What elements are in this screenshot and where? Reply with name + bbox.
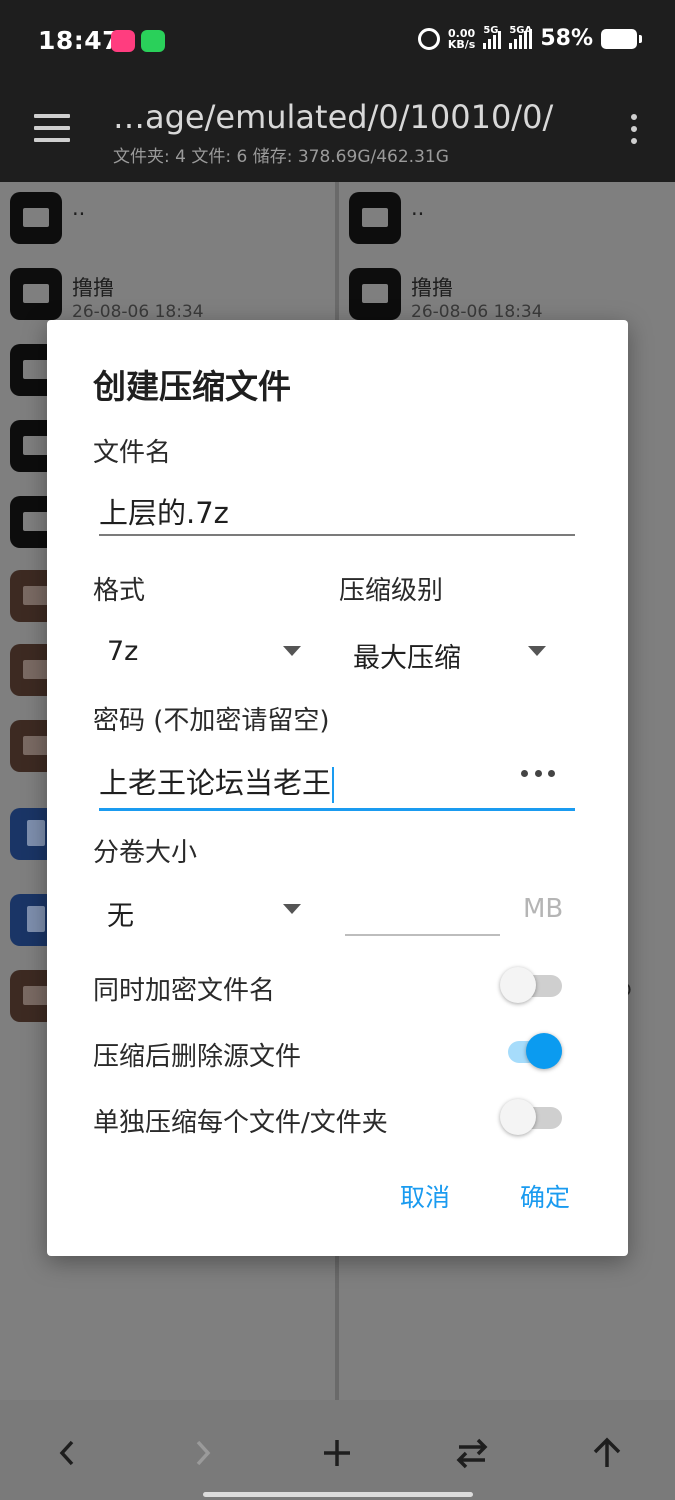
text-cursor	[332, 767, 335, 803]
folder-icon	[10, 192, 62, 244]
bottom-toolbar	[0, 1400, 675, 1500]
path-summary: 文件夹: 4 文件: 6 储存: 378.69G/462.31G	[113, 147, 449, 167]
more-options-icon[interactable]	[629, 114, 639, 148]
net-speed: 0.00 KB/s	[448, 28, 475, 50]
delete-source-switch[interactable]	[500, 1031, 566, 1071]
chevron-down-icon[interactable]	[283, 904, 301, 914]
separate-archives-switch[interactable]	[500, 1097, 566, 1137]
toggle-label-encrypt-names: 同时加密文件名	[93, 976, 276, 1006]
format-select[interactable]: 7z	[107, 636, 138, 667]
compression-level-label: 压缩级别	[339, 576, 444, 606]
chevron-down-icon[interactable]	[528, 646, 546, 656]
compression-level-select[interactable]: 最大压缩	[353, 636, 461, 675]
add-button[interactable]	[312, 1428, 362, 1478]
show-password-icon[interactable]	[521, 770, 555, 780]
toggle-label-separate-archives: 单独压缩每个文件/文件夹	[93, 1108, 388, 1138]
battery-percent: 58%	[540, 26, 593, 51]
status-time: 18:47	[38, 26, 121, 55]
notification-app-icon	[111, 30, 135, 52]
battery-icon	[601, 28, 642, 49]
arrow-up-icon	[593, 1437, 621, 1467]
filename-input[interactable]: 上层的.7z	[99, 490, 229, 532]
net-speed-value: 0.00	[448, 26, 476, 40]
volume-unit: MB	[523, 894, 564, 924]
list-item[interactable]: ..	[10, 192, 330, 252]
folder-icon	[349, 268, 401, 320]
list-item[interactable]: ..	[349, 192, 669, 252]
chevron-down-icon[interactable]	[283, 646, 301, 656]
file-name: ..	[411, 196, 425, 220]
volume-size-label: 分卷大小	[93, 838, 198, 868]
current-path[interactable]: …age/emulated/0/10010/0/	[113, 98, 553, 136]
list-item[interactable]: 撸撸 26-08-06 18:34	[349, 268, 669, 328]
file-name: ..	[72, 196, 86, 220]
toggle-label-delete-source: 压缩后删除源文件	[93, 1042, 302, 1072]
password-underline	[99, 808, 575, 811]
net-speed-unit: KB/s	[447, 37, 476, 51]
menu-icon[interactable]	[34, 114, 70, 142]
file-date: 26-08-06 18:34	[72, 302, 204, 322]
create-archive-dialog: 创建压缩文件 文件名 上层的.7z 格式 压缩级别 7z 最大压缩 密码 (不加…	[47, 320, 628, 1256]
password-label: 密码 (不加密请留空)	[93, 706, 330, 736]
swap-panes-button[interactable]	[447, 1428, 497, 1478]
back-button[interactable]	[42, 1428, 92, 1478]
volume-size-input[interactable]	[345, 934, 500, 936]
swap-icon	[456, 1438, 488, 1469]
file-date: 26-08-06 18:34	[411, 302, 543, 322]
folder-icon	[349, 192, 401, 244]
format-label: 格式	[93, 576, 146, 606]
chevron-right-icon	[196, 1440, 211, 1466]
signal-icon-2: 5GA	[509, 25, 533, 49]
notification-app-icon-2	[141, 30, 165, 52]
gesture-bar	[203, 1492, 473, 1497]
up-button[interactable]	[582, 1428, 632, 1478]
cancel-button[interactable]: 取消	[400, 1178, 450, 1214]
sim1-label: 5G	[483, 24, 499, 36]
alarm-icon	[417, 27, 440, 50]
signal-icon: 5G	[483, 25, 502, 49]
folder-icon	[10, 268, 62, 320]
status-indicators: 0.00 KB/s 5G 5GA 58%	[417, 25, 642, 51]
file-name: 撸撸	[72, 276, 114, 300]
status-bar: 18:47 0.00 KB/s 5G 5GA 58%	[0, 0, 675, 84]
password-text: 上老王论坛当老王	[99, 766, 332, 800]
chevron-left-icon	[59, 1440, 74, 1466]
filename-label: 文件名	[93, 438, 172, 468]
filename-underline	[99, 534, 575, 536]
forward-button[interactable]	[178, 1428, 228, 1478]
dialog-title: 创建压缩文件	[93, 367, 291, 406]
volume-size-select[interactable]: 无	[107, 894, 134, 933]
plus-icon	[324, 1440, 350, 1466]
list-item[interactable]: 撸撸 26-08-06 18:34	[10, 268, 330, 328]
ok-button[interactable]: 确定	[520, 1178, 570, 1214]
encrypt-filenames-switch[interactable]	[500, 965, 566, 1005]
password-input[interactable]: 上老王论坛当老王	[99, 760, 335, 803]
file-name: 撸撸	[411, 276, 453, 300]
app-bar: …age/emulated/0/10010/0/ 文件夹: 4 文件: 6 储存…	[0, 84, 675, 182]
sim2-label: 5GA	[509, 24, 533, 36]
